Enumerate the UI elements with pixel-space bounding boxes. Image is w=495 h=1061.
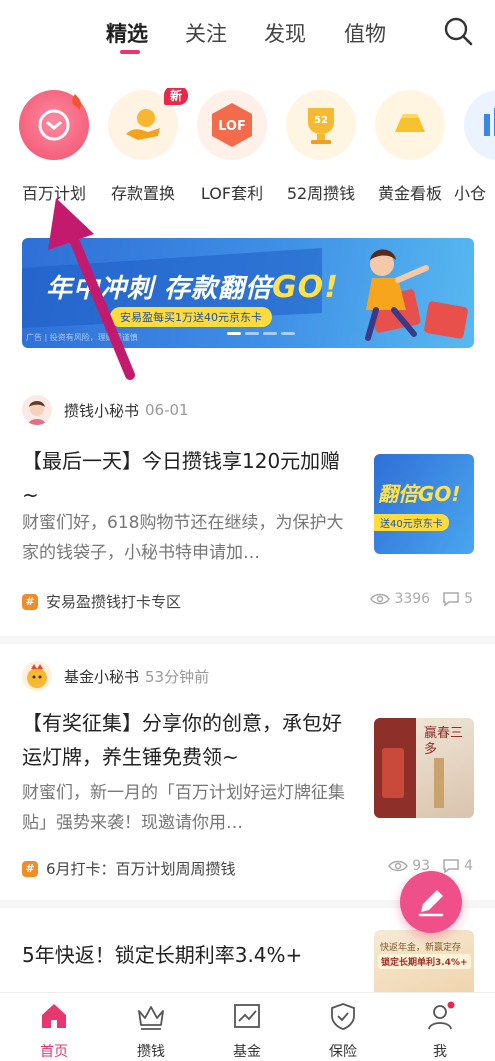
carousel-dots [227, 332, 295, 335]
nav-label: 保险 [329, 1044, 357, 1060]
post-time: 06-01 [145, 401, 189, 419]
shortcut-million-plan[interactable]: 百万计划 [9, 88, 99, 204]
shortcut-label: LOF套利 [200, 184, 264, 203]
compose-button[interactable] [400, 871, 462, 933]
post-thumbnail[interactable]: 快返年金，新赢定存 锁定长期单利3.4%+ [374, 930, 474, 994]
tab-featured[interactable]: 精选 [106, 18, 148, 48]
nav-label: 基金 [233, 1044, 261, 1060]
shortcut-label: 存款置换 [110, 184, 175, 203]
comment-count: 5 [464, 591, 473, 607]
carousel-dot [263, 332, 277, 335]
tab-discover[interactable]: 发现 [264, 18, 306, 48]
promo-banner[interactable]: 年中冲刺 存款翻倍GO! 安易盈每买1万送40元京东卡 广告 | 投资有风险，理… [22, 238, 474, 348]
topic-tag[interactable]: # 安易盈攒钱打卡专区 [22, 591, 181, 612]
lof-icon: LOF [197, 90, 267, 160]
crown-icon [138, 1006, 164, 1030]
shield-icon [331, 1003, 355, 1030]
post-stats: 3396 5 [370, 591, 473, 607]
shortcut-label: 52周攒钱 [286, 184, 356, 203]
ad-disclaimer: 广告 | 投资有风险，理财需谨慎 [26, 333, 138, 342]
carousel-dot [281, 332, 295, 335]
banner-subtitle: 安易盈每买1万送40元京东卡 [110, 307, 272, 327]
feed-divider [0, 636, 495, 644]
comment-icon [443, 592, 459, 607]
author-name: 基金小秘书 [64, 667, 140, 686]
view-count: 3396 [394, 591, 431, 607]
hand-coin-icon: 新 [108, 88, 188, 160]
shortcut-label: 小仓 [454, 184, 487, 203]
nav-label: 首页 [40, 1044, 68, 1060]
shortcut-label: 黄金看板 [377, 184, 442, 203]
tab-value[interactable]: 值物 [344, 18, 386, 48]
shortcut-52-week-saving[interactable]: 52 52周攒钱 [276, 88, 366, 204]
nav-fund[interactable]: 基金 [207, 1001, 287, 1061]
hashtag-icon: # [22, 593, 38, 610]
nav-me[interactable]: 我 [400, 1001, 480, 1061]
trophy-icon: 52 [286, 90, 356, 160]
post-thumbnail[interactable]: 翻倍GO! 送40元京东卡 [374, 454, 474, 554]
post-author[interactable]: 攒钱小秘书 06-01 [22, 394, 189, 426]
gold-bar-icon [375, 90, 445, 160]
search-icon[interactable] [443, 16, 473, 46]
shortcut-lof-arbitrage[interactable]: LOF LOF套利 [187, 88, 277, 204]
nav-label: 我 [433, 1044, 447, 1060]
post-title[interactable]: 5年快返！锁定长期利率3.4%+ [22, 938, 362, 972]
hashtag-icon: # [22, 860, 38, 877]
topic-tag[interactable]: # 6月打卡：百万计划周周攒钱 [22, 858, 236, 879]
carousel-dot [245, 332, 259, 335]
piggy-coin-icon [19, 90, 89, 160]
carousel-dot [227, 332, 241, 335]
nav-insurance[interactable]: 保险 [303, 1001, 383, 1061]
bottom-nav-bar: 首页 攒钱 基金 保险 我 [0, 992, 495, 1061]
shortcut-label: 百万计划 [21, 184, 86, 203]
chart-icon [464, 90, 495, 160]
post-author[interactable]: 基金小秘书 53分钟前 [22, 660, 209, 692]
post-title[interactable]: 【有奖征集】分享你的创意，承包好运灯牌，养生锤免费领~ [22, 706, 352, 774]
avatar [22, 661, 52, 691]
eye-icon [370, 593, 391, 605]
new-badge: 新 [163, 88, 188, 105]
comment-count: 4 [464, 858, 473, 874]
nav-saving[interactable]: 攒钱 [111, 1001, 191, 1061]
post-thumbnail[interactable]: 赢春三多 [374, 718, 474, 818]
post-summary: 财蜜们，新一月的「百万计划好运灯牌征集贴」强势来袭！现邀请你用… [22, 783, 345, 833]
profile-icon [428, 1001, 455, 1030]
svg-text:LOF: LOF [218, 119, 246, 134]
trend-chart-icon [234, 1004, 260, 1028]
top-tab-bar: 精选 关注 发现 值物 [0, 0, 495, 68]
author-name: 攒钱小秘书 [64, 401, 140, 420]
nav-label: 攒钱 [137, 1044, 165, 1060]
tab-following[interactable]: 关注 [185, 18, 227, 48]
avatar [22, 395, 52, 425]
home-icon [42, 1004, 66, 1028]
shortcut-gold-board[interactable]: 黄金看板 [365, 88, 455, 204]
svg-text:52: 52 [314, 115, 328, 126]
active-tab-indicator [120, 50, 140, 54]
pen-icon [418, 890, 444, 917]
shortcut-deposit-swap[interactable]: 新 存款置换 [98, 88, 188, 204]
nav-home[interactable]: 首页 [14, 1001, 94, 1061]
shortcut-small-position[interactable]: 小仓 [454, 88, 495, 204]
post-summary: 财蜜们好，618购物节还在继续，为保护大家的钱袋子，小秘书特申请加… [22, 513, 344, 563]
banner-title: 年中冲刺 存款翻倍GO! [46, 270, 339, 305]
post-time: 53分钟前 [145, 667, 210, 686]
post-title[interactable]: 【最后一天】今日攒钱享120元加赠 ~ [22, 444, 352, 512]
shortcut-row: 百万计划 新 存款置换 LOF LOF套利 52 52周攒钱 黄金看板 小仓 [0, 88, 495, 208]
